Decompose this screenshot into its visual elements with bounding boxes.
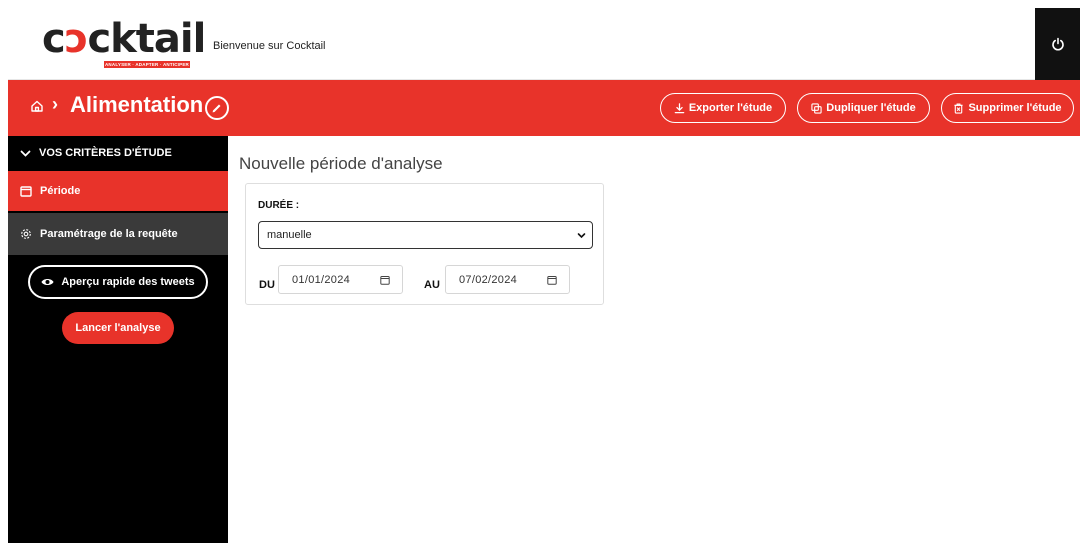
delete-label: Supprimer l'étude: [968, 102, 1062, 114]
app-frame: cɔcktail ANALYSER · ADAPTER · ANTICIPER …: [8, 8, 1080, 543]
to-date-input[interactable]: 07/02/2024: [445, 265, 570, 294]
sidebar-item-label: Paramétrage de la requête: [40, 228, 178, 240]
logout-button[interactable]: [1035, 8, 1080, 80]
study-title: Alimentation: [70, 92, 204, 117]
export-label: Exporter l'étude: [688, 102, 773, 114]
tweets-preview-label: Aperçu rapide des tweets: [61, 276, 195, 288]
sidebar-item-periode[interactable]: Période: [8, 171, 228, 211]
pencil-icon: [212, 104, 221, 113]
from-date-value: 01/01/2024: [292, 273, 351, 286]
welcome-text: Bienvenue sur Cocktail: [213, 40, 326, 52]
calendar-icon: [20, 186, 32, 197]
export-study-button[interactable]: Exporter l'étude: [660, 93, 786, 123]
criteria-section-title: VOS CRITÈRES D'ÉTUDE: [39, 147, 172, 159]
chevron-down-icon: [20, 150, 31, 157]
power-icon: [1051, 37, 1064, 51]
eye-icon: [41, 279, 54, 285]
calendar-icon[interactable]: [380, 275, 390, 285]
sidebar-item-label: Période: [40, 185, 81, 197]
study-bar: › Alimentation Exporter l'étude Duplique…: [8, 80, 1080, 136]
delete-study-button[interactable]: Supprimer l'étude: [941, 93, 1074, 123]
from-label: DU: [259, 279, 275, 291]
gear-icon: [21, 229, 31, 239]
sidebar-item-parametrage[interactable]: Paramétrage de la requête: [8, 213, 228, 255]
tweets-preview-button[interactable]: Aperçu rapide des tweets: [28, 265, 208, 299]
home-icon[interactable]: [30, 99, 44, 113]
cocktail-logo[interactable]: cɔcktail ANALYSER · ADAPTER · ANTICIPER: [42, 16, 206, 70]
logo-wordmark: cɔcktail: [42, 16, 206, 62]
launch-analysis-button[interactable]: Lancer l'analyse: [62, 312, 174, 344]
duplicate-label: Dupliquer l'étude: [826, 102, 916, 114]
duration-select[interactable]: manuelle: [258, 221, 593, 249]
duration-selected-value: manuelle: [267, 229, 312, 241]
edit-title-button[interactable]: [205, 96, 229, 120]
to-date-value: 07/02/2024: [459, 273, 518, 286]
period-card: DURÉE : manuelle DU 01/01/2024 AU 07/02/…: [245, 183, 604, 305]
calendar-icon[interactable]: [547, 275, 557, 285]
from-date-input[interactable]: 01/01/2024: [278, 265, 403, 294]
breadcrumb-separator: ›: [52, 94, 58, 114]
download-icon: [674, 102, 685, 113]
criteria-sidebar: VOS CRITÈRES D'ÉTUDE Période Paramétrage…: [8, 136, 228, 543]
top-header: cɔcktail ANALYSER · ADAPTER · ANTICIPER …: [8, 8, 1080, 80]
copy-icon: [811, 102, 822, 114]
chevron-down-icon: [577, 233, 586, 239]
criteria-section-toggle[interactable]: VOS CRITÈRES D'ÉTUDE: [8, 136, 228, 170]
duration-label: DURÉE :: [258, 200, 300, 211]
duplicate-study-button[interactable]: Dupliquer l'étude: [797, 93, 930, 123]
trash-icon: [954, 103, 964, 114]
page-title: Nouvelle période d'analyse: [239, 154, 443, 173]
to-label: AU: [424, 279, 440, 291]
logo-tagline: ANALYSER · ADAPTER · ANTICIPER: [104, 61, 190, 68]
